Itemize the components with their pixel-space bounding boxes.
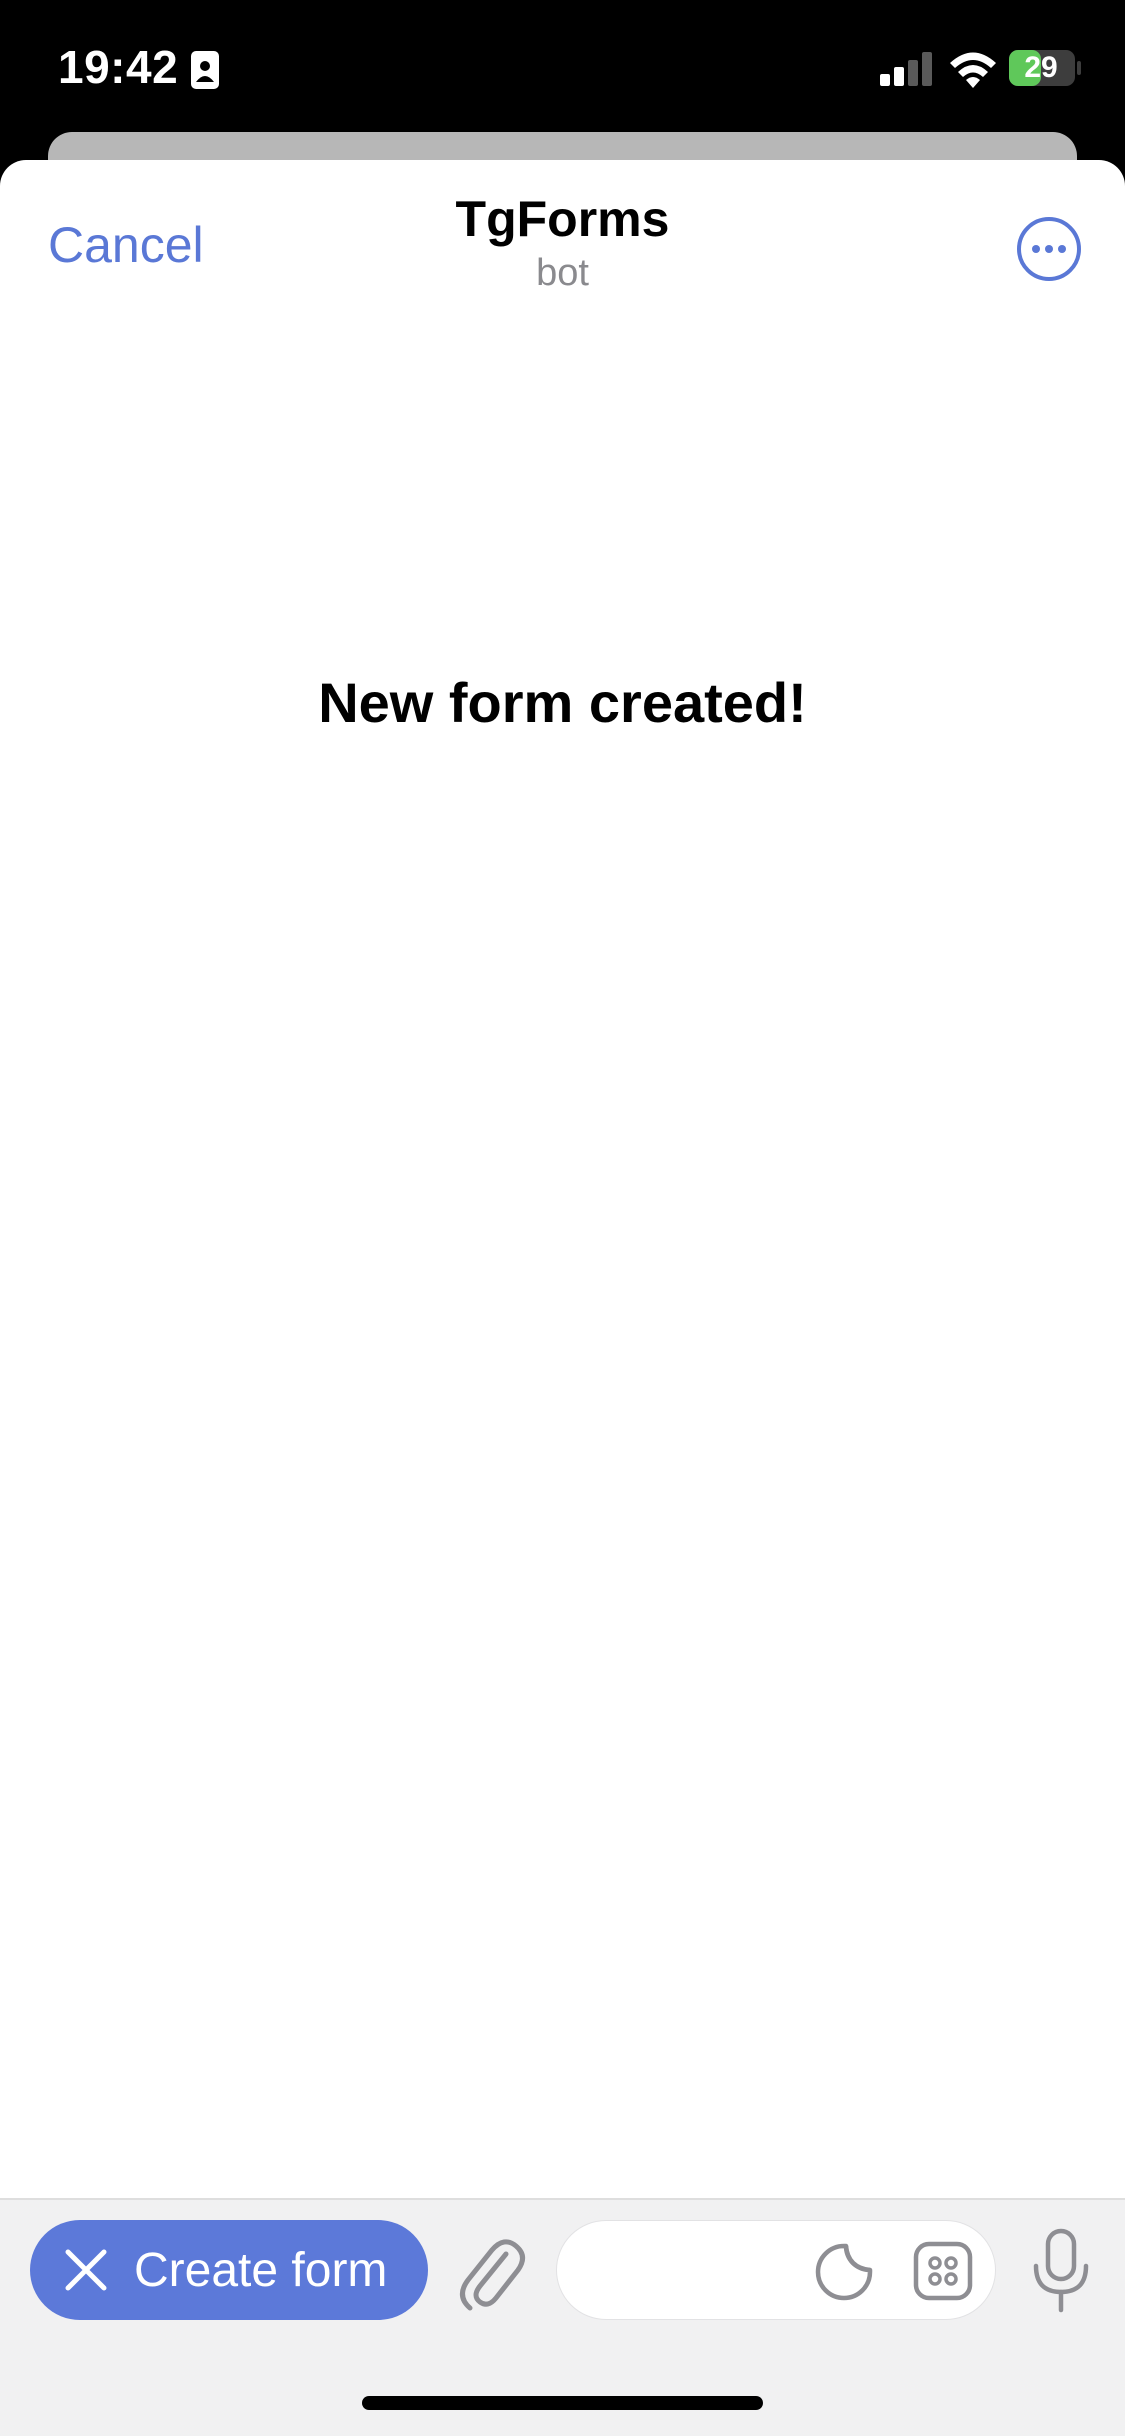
status-bar: 19:42 29 (0, 0, 1125, 135)
paperclip-icon (460, 2239, 525, 2311)
microphone-button[interactable] (1030, 2228, 1092, 2314)
message-input-container (556, 2220, 996, 2320)
sheet-header: Cancel TgForms bot (0, 160, 1125, 330)
status-time: 19:42 (58, 41, 179, 93)
ellipsis-circle-icon (1017, 217, 1081, 281)
battery-level: 29 (1024, 51, 1058, 84)
sticker-button[interactable] (815, 2243, 873, 2301)
close-icon (65, 2249, 107, 2291)
form-created-message: New form created! (318, 671, 807, 734)
more-options-button[interactable] (1016, 216, 1082, 282)
screen: 19:42 29 Cancel TgForms bot New form cre… (0, 0, 1125, 2436)
create-form-button[interactable]: Create form (30, 2220, 428, 2320)
microphone-icon (1033, 2228, 1089, 2313)
home-indicator[interactable] (362, 2396, 763, 2410)
create-form-label: Create form (134, 2243, 388, 2297)
attach-button[interactable] (456, 2226, 526, 2316)
sticker-icon (815, 2243, 873, 2301)
id-card-icon (191, 51, 219, 89)
bot-web-app-sheet: Cancel TgForms bot New form created! (0, 160, 1125, 2436)
message-input[interactable] (587, 2241, 841, 2303)
commands-button[interactable] (913, 2241, 973, 2301)
sheet-title: TgForms (455, 191, 670, 247)
sheet-subtitle: bot (536, 252, 589, 294)
wifi-icon (950, 52, 996, 88)
commands-grid-icon (913, 2241, 973, 2301)
signal-icon (880, 52, 932, 86)
